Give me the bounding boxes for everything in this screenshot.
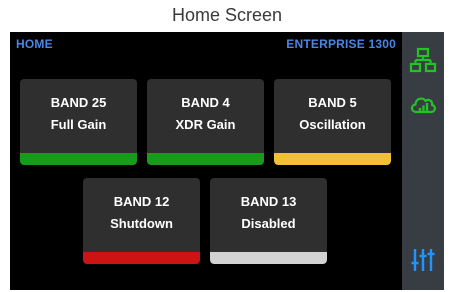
band-name: BAND 25 (50, 95, 107, 110)
band-status: XDR Gain (175, 117, 236, 132)
page-title: HOME (16, 37, 53, 51)
band-status: Shutdown (110, 216, 173, 231)
band-tile-12[interactable]: BAND 12 Shutdown (83, 178, 200, 264)
sidebar (402, 32, 444, 290)
screen-caption: Home Screen (171, 5, 283, 25)
band-name: BAND 12 (113, 194, 170, 209)
device-screen: HOME ENTERPRISE 1300 BAND 25 Full Gain B… (10, 32, 444, 290)
main-panel: HOME ENTERPRISE 1300 BAND 25 Full Gain B… (10, 32, 402, 290)
status-bar (210, 252, 327, 264)
cloud-signal-icon[interactable] (409, 90, 437, 118)
band-name: BAND 13 (240, 194, 297, 209)
band-name: BAND 4 (181, 95, 230, 110)
band-tile-4[interactable]: BAND 4 XDR Gain (147, 79, 264, 165)
band-name: BAND 5 (308, 95, 357, 110)
band-status: Disabled (241, 216, 296, 231)
status-bar (274, 153, 391, 165)
band-status: Full Gain (50, 117, 107, 132)
status-bar (147, 153, 264, 165)
band-tile-25[interactable]: BAND 25 Full Gain (20, 79, 137, 165)
device-model: ENTERPRISE 1300 (286, 37, 396, 51)
status-bar (83, 252, 200, 264)
network-icon[interactable] (409, 46, 437, 74)
equalizer-icon[interactable] (409, 246, 437, 274)
band-status: Oscillation (299, 117, 366, 132)
status-bar (20, 153, 137, 165)
band-tile-13[interactable]: BAND 13 Disabled (210, 178, 327, 264)
band-tile-5[interactable]: BAND 5 Oscillation (274, 79, 391, 165)
